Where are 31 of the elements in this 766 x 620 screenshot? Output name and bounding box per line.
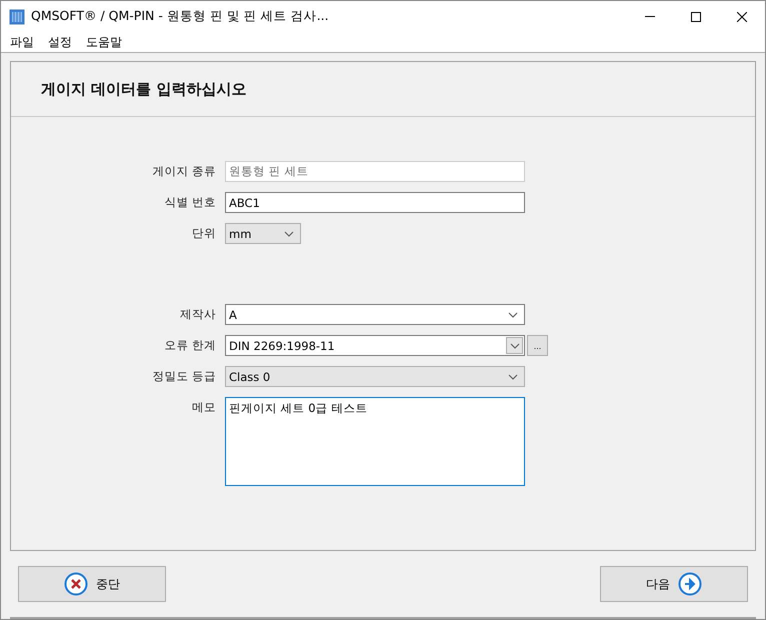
cancel-button[interactable]: 중단: [18, 566, 166, 602]
dropdown[interactable]: Class 0: [225, 366, 525, 387]
app-icon: [9, 8, 25, 24]
chevron-down-icon: [284, 230, 294, 236]
combo-box[interactable]: A: [225, 304, 525, 325]
browse-button[interactable]: ...: [527, 335, 548, 356]
combo-box[interactable]: DIN 2269:1998-11: [225, 335, 525, 356]
window-title: QMSOFT® / QM-PIN - 원통형 핀 및 핀 세트 검사...: [31, 8, 330, 25]
dropdown[interactable]: mm: [225, 223, 301, 244]
field-label: 게이지 종류: [151, 163, 217, 180]
dropdown-button[interactable]: [506, 337, 523, 354]
chevron-down-icon: [510, 342, 520, 348]
menu-item[interactable]: 파일: [10, 34, 34, 50]
field-label: 정밀도 등급: [151, 368, 217, 385]
chevron-down-icon: [508, 312, 518, 318]
field-label: 오류 한계: [163, 337, 217, 354]
next-button[interactable]: 다음: [600, 566, 748, 602]
field-label: 단위: [191, 225, 217, 242]
menu-item[interactable]: 도움말: [86, 34, 122, 50]
chevron-down-icon: [508, 374, 518, 380]
field-label: 식별 번호: [163, 194, 217, 211]
field-label: 제작사: [179, 306, 217, 323]
maximize-icon[interactable]: [691, 12, 701, 22]
page-heading: 게이지 데이터를 입력하십시오: [41, 80, 246, 98]
text-field[interactable]: ABC1: [225, 192, 525, 213]
field-label: 메모: [191, 399, 217, 416]
close-icon[interactable]: [737, 12, 747, 22]
cancel-icon: [64, 572, 88, 596]
arrow-right-icon: [678, 572, 702, 596]
memo-field[interactable]: 핀게이지 세트 0급 테스트: [225, 397, 525, 486]
menu-item[interactable]: 설정: [48, 34, 72, 50]
